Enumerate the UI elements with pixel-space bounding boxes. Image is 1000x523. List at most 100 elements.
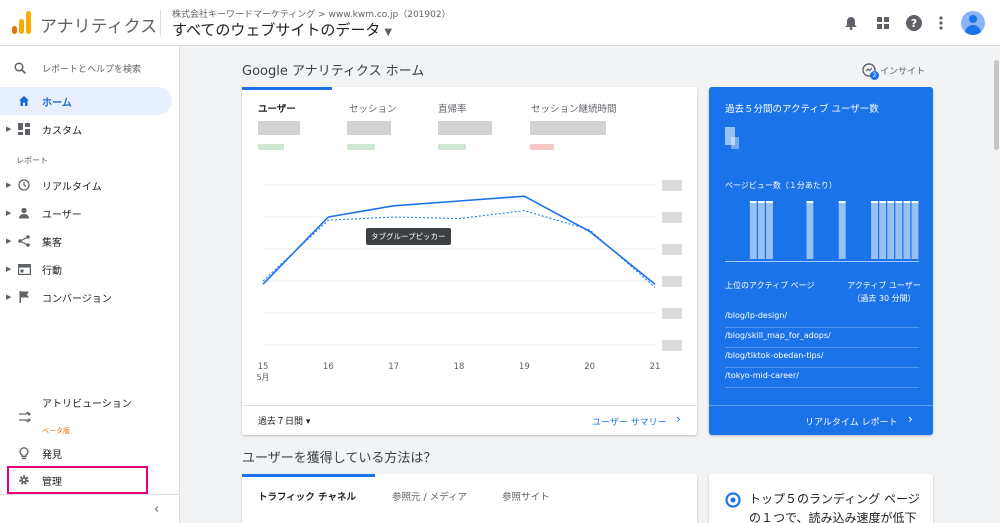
metric-value-blurred [530, 121, 606, 135]
bell-icon[interactable] [842, 14, 860, 32]
nav-custom-label: カスタム [42, 125, 82, 137]
insights-button[interactable]: 2 インサイト [862, 63, 925, 80]
property-picker[interactable]: すべてのウェブサイトのデータ ▼ [172, 19, 392, 40]
nav-discover[interactable]: 発見 [0, 439, 172, 467]
trend-line-chart: 15 16 17 18 19 20 21 5月 [256, 180, 682, 382]
nav-audience[interactable]: ▶ ユーザー [0, 199, 172, 227]
reports-section-label: レポート [16, 156, 48, 165]
nav-admin-label: 管理 [42, 476, 62, 488]
nav-realtime[interactable]: ▶ リアルタイム [0, 171, 172, 199]
page-path: /blog/tiktok-obedan-tips/ [725, 351, 824, 360]
acquisition-icon [17, 234, 31, 248]
insights-icon: 2 [862, 63, 879, 80]
header-divider [160, 10, 161, 36]
list-item[interactable]: /tokyo-mid-career/ [725, 368, 919, 388]
pageview-bar-cap [749, 201, 757, 203]
nav-attribution-label[interactable]: アトリビューション [42, 398, 132, 412]
audience-overview-link[interactable]: ユーザー サマリー [592, 415, 667, 428]
person-icon [17, 206, 31, 220]
y-tick-label-blurred [662, 180, 682, 191]
metric-change-blurred [530, 144, 554, 150]
nav-custom[interactable]: ▶ カスタム [0, 115, 172, 143]
realtime-card: 過去５分間のアクティブ ユーザー数 ページビュー数（１分あたり） 上位のアクティ… [709, 87, 933, 435]
caret-right-icon[interactable]: ▶ [6, 237, 11, 245]
list-item[interactable]: /blog/lp-design/ [725, 308, 919, 328]
realtime-report-link[interactable]: リアルタイム レポート [805, 415, 898, 428]
dashboard-icon [17, 122, 31, 136]
tab-traffic-channel[interactable]: トラフィック チャネル [258, 489, 356, 503]
x-tick-label: 16 [323, 362, 334, 372]
tab-source-medium[interactable]: 参照元 / メディア [392, 489, 467, 503]
pageview-bar-cap [911, 201, 919, 203]
x-tick-label: 17 [388, 362, 399, 372]
pageview-bar [903, 203, 911, 259]
clock-icon [17, 178, 31, 192]
tab-session-duration[interactable]: セッション継続時間 [531, 101, 617, 115]
pageview-bar-cap [806, 201, 814, 203]
x-month-label: 5月 [256, 373, 269, 382]
nav-realtime-label: リアルタイム [42, 181, 102, 193]
behavior-icon [17, 262, 31, 276]
apps-grid-icon[interactable] [874, 14, 892, 32]
bar-chart-baseline [725, 261, 919, 262]
beta-badge: ベータ版 [42, 427, 70, 435]
tab-sessions[interactable]: セッション [349, 101, 397, 115]
pageview-bar [806, 203, 814, 259]
page-path: /blog/lp-design/ [725, 311, 788, 320]
overview-card: ユーザー セッション 直帰率 セッション継続時間 15 16 17 18 19 20 21 5… [242, 87, 697, 435]
nav-behavior-label: 行動 [42, 265, 62, 277]
left-navigation: レポートとヘルプを検索 ホーム ▶ カスタム レポート ▶ リアルタイム ▶ ユ… [0, 46, 180, 523]
x-tick-label: 15 [258, 362, 269, 372]
report-search[interactable]: レポートとヘルプを検索 [14, 58, 174, 78]
more-vert-icon[interactable] [932, 14, 950, 32]
active-tab-indicator [242, 87, 332, 90]
metric-change-blurred [347, 144, 375, 150]
top-app-bar: アナリティクス 株式会社キーワードマーケティング > www.kwm.co.jp… [0, 0, 1000, 46]
primary-series-line [262, 195, 656, 285]
caret-right-icon[interactable]: ▶ [6, 293, 11, 301]
x-tick-label: 18 [454, 362, 465, 372]
metric-value-blurred [438, 121, 492, 135]
lightbulb-icon [17, 446, 31, 460]
nav-conversions[interactable]: ▶ コンバージョン [0, 283, 172, 311]
realtime-title: 過去５分間のアクティブ ユーザー数 [725, 104, 879, 115]
chevron-right-icon[interactable]: › [676, 412, 681, 426]
list-item[interactable]: /blog/tiktok-obedan-tips/ [725, 348, 919, 368]
caret-right-icon[interactable]: ▶ [6, 125, 11, 133]
pageview-bar [879, 203, 887, 259]
account-avatar[interactable] [961, 11, 985, 35]
x-tick-label: 21 [650, 362, 661, 372]
page-scrollbar[interactable] [994, 60, 999, 150]
nav-acquisition[interactable]: ▶ 集客 [0, 227, 172, 255]
landing-page-insight-card[interactable]: トップ５のランディング ページの１つで、読み込み速度が低下 [709, 474, 933, 523]
metric-value-blurred [347, 121, 391, 135]
metric-change-blurred [258, 144, 284, 150]
speed-insight-icon [725, 492, 741, 512]
nav-home[interactable]: ホーム [0, 87, 172, 115]
chevron-right-icon[interactable]: › [908, 412, 913, 426]
search-placeholder: レポートとヘルプを検索 [42, 64, 142, 75]
page-path: /blog/skill_map_for_adops/ [725, 331, 831, 340]
date-range-picker[interactable]: 過去７日間 ▾ [258, 414, 310, 427]
x-tick-label: 20 [584, 362, 595, 372]
tab-users[interactable]: ユーザー [258, 101, 296, 115]
tab-bounce-rate[interactable]: 直帰率 [438, 101, 467, 115]
tab-referrals[interactable]: 参照サイト [502, 489, 550, 503]
nav-behavior[interactable]: ▶ 行動 [0, 255, 172, 283]
y-tick-label-blurred [662, 244, 682, 255]
caret-right-icon[interactable]: ▶ [6, 265, 11, 273]
caret-right-icon[interactable]: ▶ [6, 181, 11, 189]
y-tick-label-blurred [662, 308, 682, 319]
analytics-logo[interactable] [12, 10, 32, 34]
collapse-sidebar-icon[interactable]: ‹ [154, 502, 159, 517]
pageview-bar-cap [838, 201, 846, 203]
list-item[interactable]: /blog/skill_map_for_adops/ [725, 328, 919, 348]
acquisition-section-title: ユーザーを獲得している方法は？ [242, 451, 437, 466]
pageview-bar [895, 203, 903, 259]
pageview-bar-cap [757, 201, 765, 203]
help-icon[interactable]: ? [905, 14, 923, 32]
caret-right-icon[interactable]: ▶ [6, 209, 11, 217]
pageview-bar-cap [766, 201, 773, 203]
nav-home-label: ホーム [42, 97, 72, 109]
nav-admin[interactable]: 管理 [0, 466, 172, 494]
